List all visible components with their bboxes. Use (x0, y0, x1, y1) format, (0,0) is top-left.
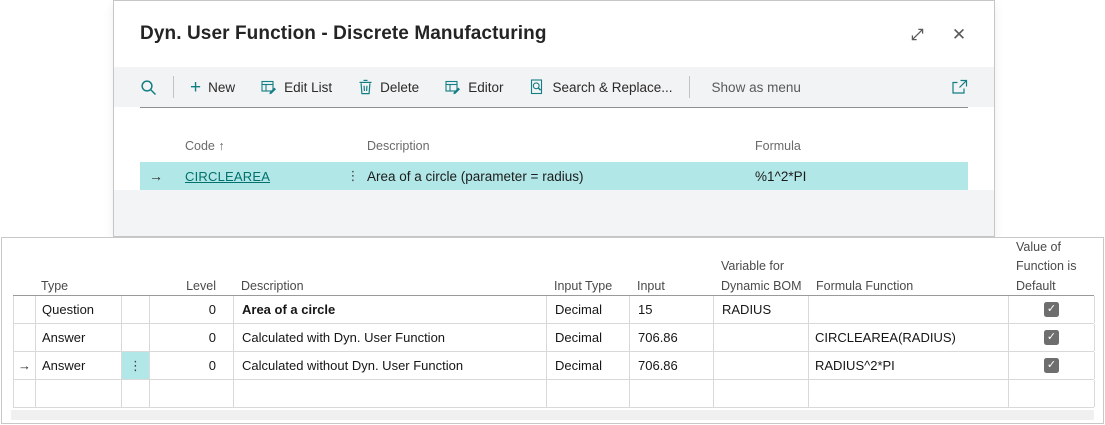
share-icon (950, 79, 968, 95)
dialog-toolbar: + New Edit List Delete Editor Search & R… (114, 67, 994, 107)
column-header-level[interactable]: Level (149, 277, 233, 296)
function-list: Code ↑ Description Formula → CIRCLEAREA … (140, 108, 968, 190)
edit-list-icon (261, 79, 277, 95)
search-replace-icon (529, 79, 545, 95)
cell-description[interactable]: Calculated without Dyn. User Function (234, 352, 547, 379)
column-header-input[interactable]: Input (629, 277, 713, 296)
cell-formula-function[interactable] (809, 296, 1009, 323)
active-row-marker-icon: → (14, 352, 36, 379)
function-list-header: Code ↑ Description Formula (140, 108, 968, 162)
search-icon (140, 79, 157, 96)
cell-variable[interactable] (714, 380, 809, 407)
cell-level[interactable]: 0 (150, 296, 234, 323)
cell-input[interactable]: 706.86 (630, 324, 714, 351)
cell-type[interactable]: Question (36, 296, 122, 323)
titlebar-actions: ✕ (908, 25, 968, 43)
detail-table-body: Question 0 Area of a circle Decimal 15 R… (13, 296, 1095, 408)
column-header-description[interactable]: Description (233, 277, 546, 296)
dyn-user-function-dialog: Dyn. User Function - Discrete Manufactur… (113, 0, 995, 237)
row-ellipsis-icon[interactable]: ⋮ (122, 352, 150, 379)
cell-level[interactable] (150, 380, 234, 407)
detail-table-panel: Type Level Description Input Type Input … (1, 237, 1104, 424)
table-row-selected[interactable]: → Answer ⋮ 0 Calculated without Dyn. Use… (14, 352, 1095, 380)
expand-icon[interactable] (908, 25, 926, 43)
default-checkbox-checked[interactable]: ✓ (1044, 330, 1059, 345)
cell-formula-function[interactable]: RADIUS^2*PI (809, 352, 1009, 379)
row-description[interactable]: Area of a circle (parameter = radius) (367, 169, 755, 184)
screen: Dyn. User Function - Discrete Manufactur… (0, 0, 1105, 425)
cell-description[interactable]: Calculated with Dyn. User Function (234, 324, 547, 351)
cell-type[interactable]: Answer (36, 352, 122, 379)
row-ellipsis-icon[interactable]: ⋮ (339, 168, 367, 184)
cell-variable[interactable] (714, 324, 809, 351)
search-button[interactable] (140, 79, 157, 96)
close-icon[interactable]: ✕ (950, 25, 968, 43)
code-link[interactable]: CIRCLEAREA (172, 169, 339, 184)
cell-input-type[interactable]: Decimal (547, 352, 630, 379)
cell-input-type[interactable]: Decimal (547, 324, 630, 351)
toolbar-divider (173, 76, 174, 98)
cell-input[interactable] (630, 380, 714, 407)
share-button[interactable] (950, 79, 968, 95)
horizontal-scrollbar[interactable] (11, 410, 1094, 420)
cell-input[interactable]: 15 (630, 296, 714, 323)
default-checkbox-checked[interactable]: ✓ (1044, 302, 1059, 317)
column-header-default[interactable]: Value of Function is Default (1008, 238, 1094, 296)
cell-level[interactable]: 0 (150, 324, 234, 351)
table-row-empty[interactable] (14, 380, 1095, 408)
function-list-row-selected[interactable]: → CIRCLEAREA ⋮ Area of a circle (paramet… (140, 162, 968, 190)
detail-table-header: Type Level Description Input Type Input … (13, 238, 1094, 296)
cell-formula-function[interactable]: CIRCLEAREA(RADIUS) (809, 324, 1009, 351)
cell-variable[interactable] (714, 352, 809, 379)
trash-icon (358, 79, 373, 95)
dialog-empty-area (114, 190, 994, 236)
cell-type[interactable] (36, 380, 122, 407)
column-header-formula[interactable]: Formula (755, 139, 968, 153)
column-header-input-type[interactable]: Input Type (546, 277, 629, 296)
editor-button[interactable]: Editor (445, 79, 503, 95)
delete-button[interactable]: Delete (358, 79, 419, 95)
dialog-title: Dyn. User Function - Discrete Manufactur… (140, 23, 547, 44)
toolbar-divider (688, 76, 690, 98)
cell-input-type[interactable] (547, 380, 630, 407)
cell-description[interactable]: Area of a circle (234, 296, 547, 323)
table-row[interactable]: Question 0 Area of a circle Decimal 15 R… (14, 296, 1095, 324)
cell-level[interactable]: 0 (150, 352, 234, 379)
default-checkbox-checked[interactable]: ✓ (1044, 358, 1059, 373)
cell-input-type[interactable]: Decimal (547, 296, 630, 323)
search-replace-button[interactable]: Search & Replace... (529, 79, 673, 95)
cell-variable[interactable]: RADIUS (714, 296, 809, 323)
table-row[interactable]: Answer 0 Calculated with Dyn. User Funct… (14, 324, 1095, 352)
cell-description[interactable] (234, 380, 547, 407)
column-header-code[interactable]: Code ↑ (172, 139, 339, 153)
show-as-menu-button[interactable]: Show as menu (706, 80, 801, 95)
cell-formula-function[interactable] (809, 380, 1009, 407)
cell-input[interactable]: 706.86 (630, 352, 714, 379)
column-header-description[interactable]: Description (367, 139, 755, 153)
column-header-type[interactable]: Type (35, 277, 121, 296)
plus-icon: + (190, 76, 202, 98)
column-header-formula-function[interactable]: Formula Function (808, 277, 1008, 296)
edit-list-button[interactable]: Edit List (261, 79, 332, 95)
column-header-variable[interactable]: Variable for Dynamic BOM (713, 257, 808, 296)
new-button[interactable]: + New (190, 78, 235, 97)
active-row-marker-icon: → (149, 168, 163, 184)
cell-type[interactable]: Answer (36, 324, 122, 351)
sort-ascending-icon: ↑ (218, 139, 225, 153)
row-formula[interactable]: %1^2*PI (755, 169, 968, 184)
editor-icon (445, 79, 461, 95)
dialog-titlebar: Dyn. User Function - Discrete Manufactur… (114, 1, 994, 67)
